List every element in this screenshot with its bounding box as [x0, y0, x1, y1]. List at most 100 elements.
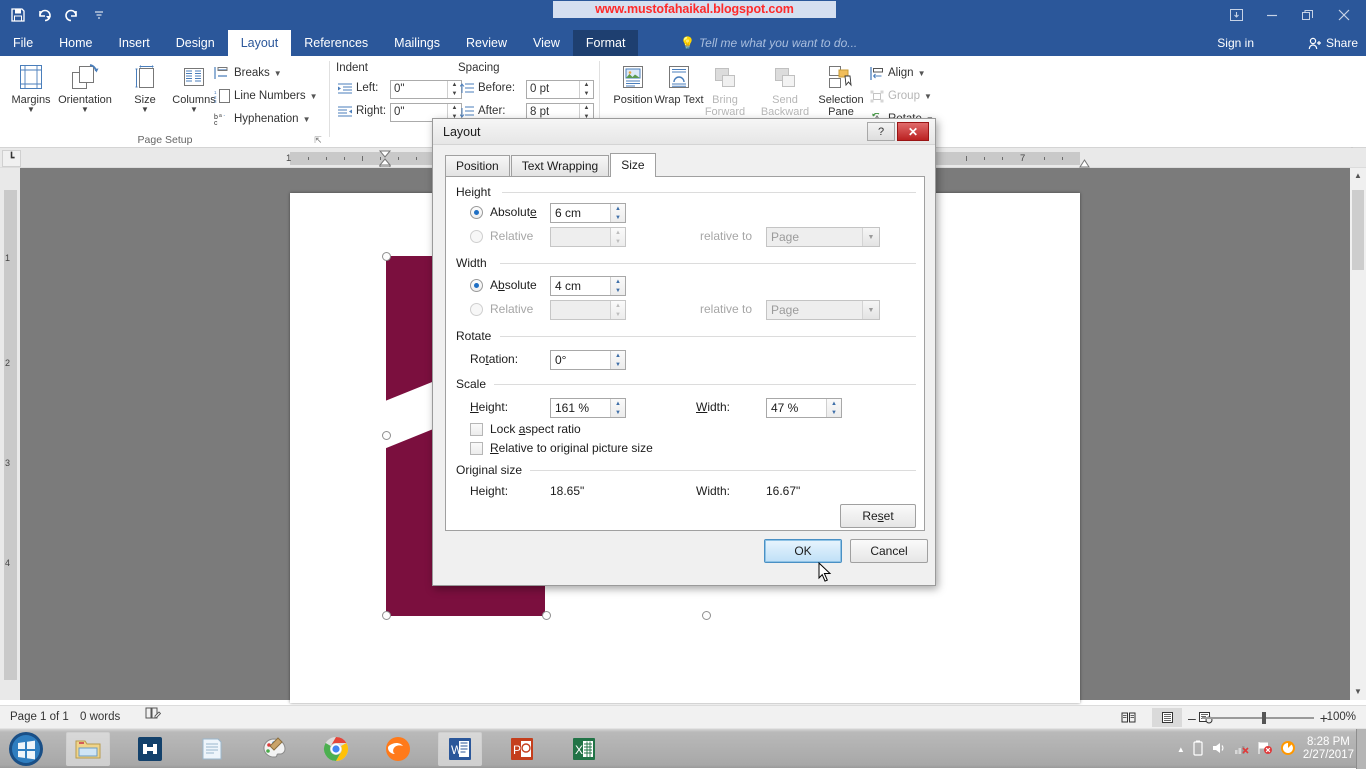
print-layout-icon[interactable] — [1152, 708, 1182, 727]
chrome-icon[interactable] — [314, 732, 358, 766]
indent-left-spinner[interactable]: ▲ ▼ — [447, 81, 461, 98]
width-absolute-spinner[interactable]: ▲ ▼ — [610, 277, 625, 295]
scale-height-input[interactable]: 161 % ▲ ▼ — [550, 398, 626, 418]
share-button[interactable]: Share — [1308, 30, 1358, 56]
width-absolute-radio[interactable] — [470, 279, 483, 292]
volume-icon[interactable] — [1211, 741, 1227, 758]
tell-me-box[interactable]: 💡 Tell me what you want to do... — [680, 30, 857, 56]
vertical-ruler[interactable]: 1 2 3 4 — [0, 168, 20, 700]
width-relative-spinner[interactable]: ▲ ▼ — [610, 301, 625, 319]
resize-handle-middle-left[interactable] — [382, 431, 391, 440]
paint-icon[interactable] — [252, 732, 296, 766]
sign-in-link[interactable]: Sign in — [1217, 30, 1254, 56]
width-relative-radio[interactable] — [470, 303, 483, 316]
tab-design[interactable]: Design — [163, 30, 228, 56]
scroll-up-icon[interactable]: ▲ — [1350, 168, 1366, 184]
dialog-tab-position[interactable]: Position — [445, 155, 510, 177]
zoom-knob[interactable] — [1261, 711, 1266, 724]
zoom-out-button[interactable]: – — [1188, 710, 1196, 726]
page-indicator[interactable]: Page 1 of 1 — [10, 706, 69, 729]
height-relative-to-select[interactable]: Page ▼ — [766, 227, 880, 247]
ok-button[interactable]: OK — [764, 539, 842, 563]
rotation-spinner[interactable]: ▲ ▼ — [610, 351, 625, 369]
tab-references[interactable]: References — [291, 30, 381, 56]
send-backward-button[interactable]: Send Backward — [756, 60, 814, 126]
start-button[interactable] — [4, 731, 48, 767]
tab-selector-button[interactable]: ┗ — [2, 150, 21, 167]
height-absolute-radio[interactable] — [470, 206, 483, 219]
zoom-level[interactable]: 100% — [1327, 706, 1356, 729]
scale-height-spinner[interactable]: ▲ ▼ — [610, 399, 625, 417]
dialog-tab-text-wrapping[interactable]: Text Wrapping — [510, 155, 610, 177]
dialog-tab-size[interactable]: Size — [610, 153, 656, 177]
tab-file[interactable]: File — [0, 30, 46, 56]
dialog-close-button[interactable]: ✕ — [897, 122, 929, 141]
spacing-before-spinner[interactable]: ▲ ▼ — [579, 81, 593, 98]
scroll-down-icon[interactable]: ▼ — [1350, 684, 1366, 700]
file-explorer-icon[interactable] — [66, 732, 110, 766]
lock-aspect-ratio-checkbox[interactable] — [470, 423, 483, 436]
height-relative-spinner[interactable]: ▲ ▼ — [610, 228, 625, 246]
width-relative-to-select[interactable]: Page ▼ — [766, 300, 880, 320]
breaks-button[interactable]: Breaks ▼ — [214, 62, 282, 84]
restore-icon[interactable] — [1290, 1, 1326, 29]
height-relative-input[interactable]: ▲ ▼ — [550, 227, 626, 247]
cancel-button[interactable]: Cancel — [850, 539, 928, 563]
tab-view[interactable]: View — [520, 30, 573, 56]
page-setup-dialog-launcher[interactable]: ⇱ — [312, 134, 324, 146]
spacing-before-input[interactable]: 0 pt ▲ ▼ — [526, 80, 594, 99]
line-numbers-button[interactable]: 123 Line Numbers ▼ — [214, 85, 318, 107]
tab-mailings[interactable]: Mailings — [381, 30, 453, 56]
tab-layout[interactable]: Layout — [227, 30, 292, 56]
resize-handle-bottom-left[interactable] — [382, 611, 391, 620]
minimize-icon[interactable] — [1254, 1, 1290, 29]
resize-handle-bottom-right[interactable] — [702, 611, 711, 620]
rotation-input[interactable]: 0° ▲ ▼ — [550, 350, 626, 370]
close-icon[interactable] — [1326, 1, 1362, 29]
indent-left-input[interactable]: 0" ▲ ▼ — [390, 80, 462, 99]
first-line-indent-marker[interactable] — [378, 150, 392, 170]
group-button[interactable]: Group ▼ — [870, 85, 932, 107]
avast-icon[interactable] — [1280, 740, 1296, 759]
battery-icon[interactable] — [1192, 740, 1204, 759]
chevron-down-icon[interactable]: ▼ — [862, 301, 879, 319]
excel-icon[interactable]: X — [562, 732, 606, 766]
proofing-icon[interactable] — [145, 706, 162, 729]
hyphenation-button[interactable]: ba-c Hyphenation ▼ — [214, 108, 311, 130]
tab-format[interactable]: Format — [572, 30, 639, 56]
chevron-down-icon[interactable]: ▼ — [862, 228, 879, 246]
action-center-flag-icon[interactable] — [1257, 741, 1273, 758]
orientation-button[interactable]: Orientation ▼ — [56, 60, 114, 126]
tab-insert[interactable]: Insert — [106, 30, 163, 56]
clock[interactable]: 8:28 PM 2/27/2017 — [1303, 736, 1354, 762]
notepad-icon[interactable] — [190, 732, 234, 766]
show-desktop-button[interactable] — [1356, 729, 1366, 769]
vertical-scrollbar[interactable]: ▲ ▼ — [1350, 168, 1366, 700]
read-mode-icon[interactable] — [1113, 708, 1143, 727]
ribbon-display-options-icon[interactable] — [1218, 1, 1254, 29]
height-relative-radio[interactable] — [470, 230, 483, 243]
width-absolute-input[interactable]: 4 cm ▲ ▼ — [550, 276, 626, 296]
scrollbar-thumb[interactable] — [1352, 190, 1364, 270]
dialog-help-button[interactable]: ? — [867, 122, 895, 141]
align-button[interactable]: Align ▼ — [870, 62, 926, 84]
reset-button[interactable]: Reset — [840, 504, 916, 528]
word-icon[interactable]: W — [438, 732, 482, 766]
zoom-track[interactable] — [1201, 711, 1314, 724]
scale-width-spinner[interactable]: ▲ ▼ — [826, 399, 841, 417]
relative-original-size-checkbox[interactable] — [470, 442, 483, 455]
scale-width-input[interactable]: 47 % ▲ ▼ — [766, 398, 842, 418]
height-absolute-input[interactable]: 6 cm ▲ ▼ — [550, 203, 626, 223]
uc-browser-icon[interactable] — [376, 732, 420, 766]
tab-home[interactable]: Home — [46, 30, 105, 56]
height-absolute-spinner[interactable]: ▲ ▼ — [610, 204, 625, 222]
width-relative-input[interactable]: ▲ ▼ — [550, 300, 626, 320]
show-hidden-icons-icon[interactable]: ▲ — [1177, 745, 1185, 754]
powerpoint-icon[interactable]: P — [500, 732, 544, 766]
resize-handle-top-left[interactable] — [382, 252, 391, 261]
tab-review[interactable]: Review — [453, 30, 520, 56]
network-icon[interactable] — [1234, 741, 1250, 758]
selection-pane-button[interactable]: Selection Pane — [812, 60, 870, 126]
margins-button[interactable]: Margins ▼ — [2, 60, 60, 126]
bring-forward-button[interactable]: Bring Forward — [696, 60, 754, 126]
